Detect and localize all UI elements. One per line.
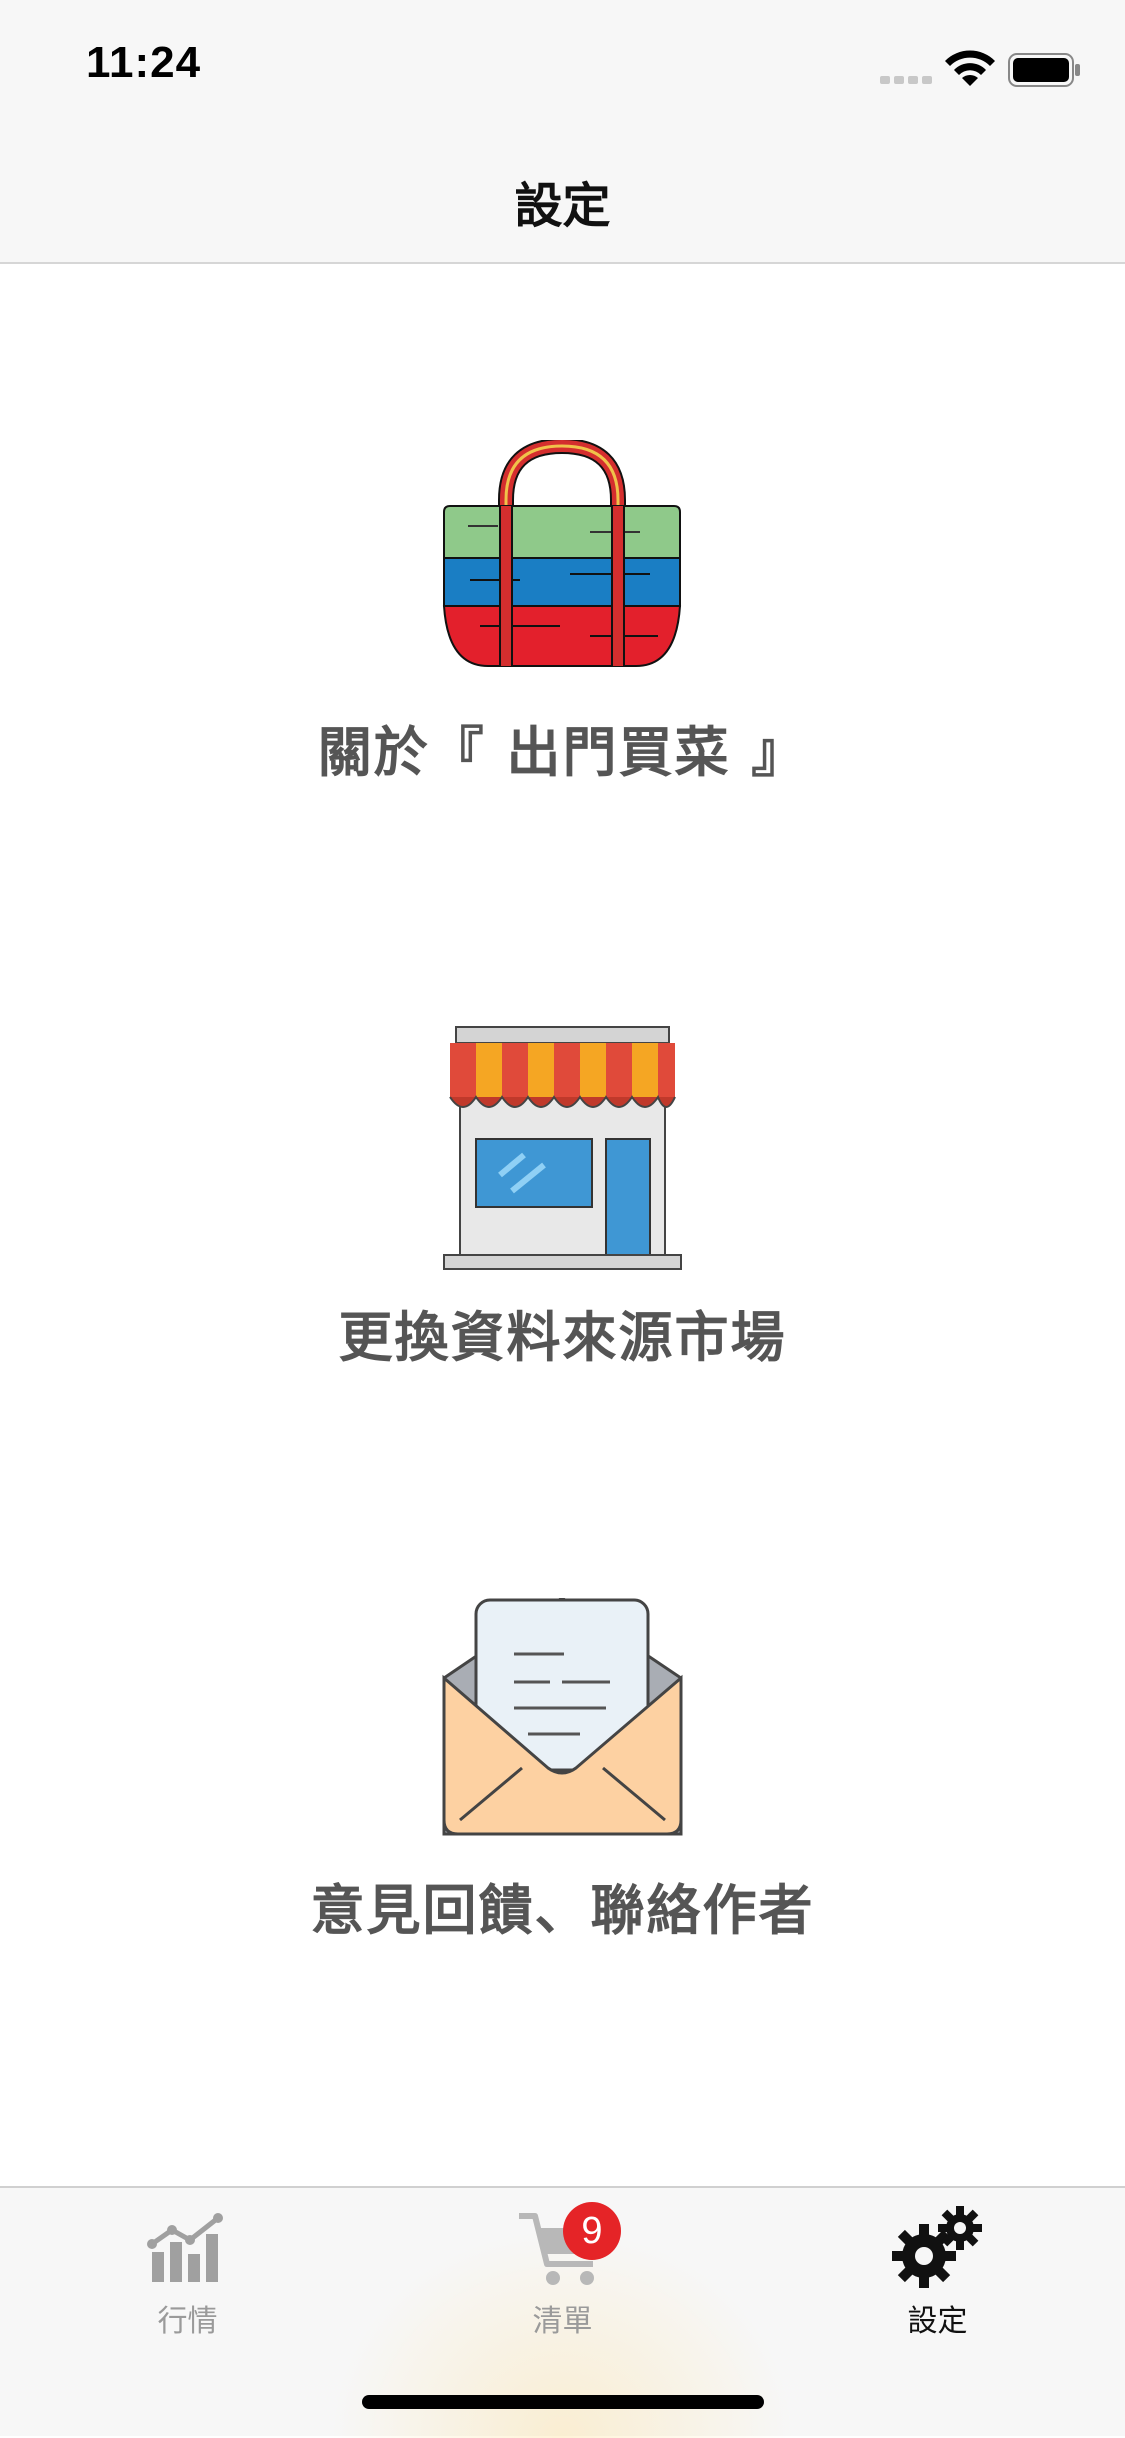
cart-count-badge: 9 xyxy=(563,2202,621,2260)
tab-shopping-list[interactable]: 清單 xyxy=(375,2188,750,2358)
status-bar: 11:24 xyxy=(0,0,1125,132)
mail-envelope-icon xyxy=(442,1598,683,1836)
change-market-label: 更換資料來源市場 xyxy=(338,1306,787,1369)
change-market-item[interactable]: 更換資料來源市場 xyxy=(0,1025,1125,1369)
chart-icon xyxy=(146,2213,223,2282)
tab-market-prices[interactable]: 行情 xyxy=(0,2188,375,2358)
shopping-bag-icon xyxy=(442,440,682,667)
tab-market-prices-label: 行情 xyxy=(157,2304,218,2339)
about-app-item[interactable]: 關於『 出門買菜 』 xyxy=(0,440,1125,784)
tab-settings[interactable]: 設定 xyxy=(750,2188,1125,2358)
page-title: 設定 xyxy=(514,178,611,234)
home-indicator xyxy=(362,2395,764,2409)
cellular-signal-icon xyxy=(880,76,932,84)
tab-settings-label: 設定 xyxy=(907,2304,968,2339)
battery-icon xyxy=(1008,53,1080,87)
feedback-contact-item[interactable]: 意見回饋、聯絡作者 xyxy=(0,1598,1125,1942)
gears-icon xyxy=(891,2206,982,2288)
navigation-bar: 設定 xyxy=(0,132,1125,264)
tab-shopping-list-label: 清單 xyxy=(532,2304,593,2339)
market-store-icon xyxy=(443,1026,682,1270)
feedback-contact-label: 意見回饋、聯絡作者 xyxy=(310,1879,815,1942)
about-app-label: 關於『 出門買菜 』 xyxy=(317,721,808,784)
wifi-icon xyxy=(945,50,995,86)
status-time: 11:24 xyxy=(86,38,202,87)
